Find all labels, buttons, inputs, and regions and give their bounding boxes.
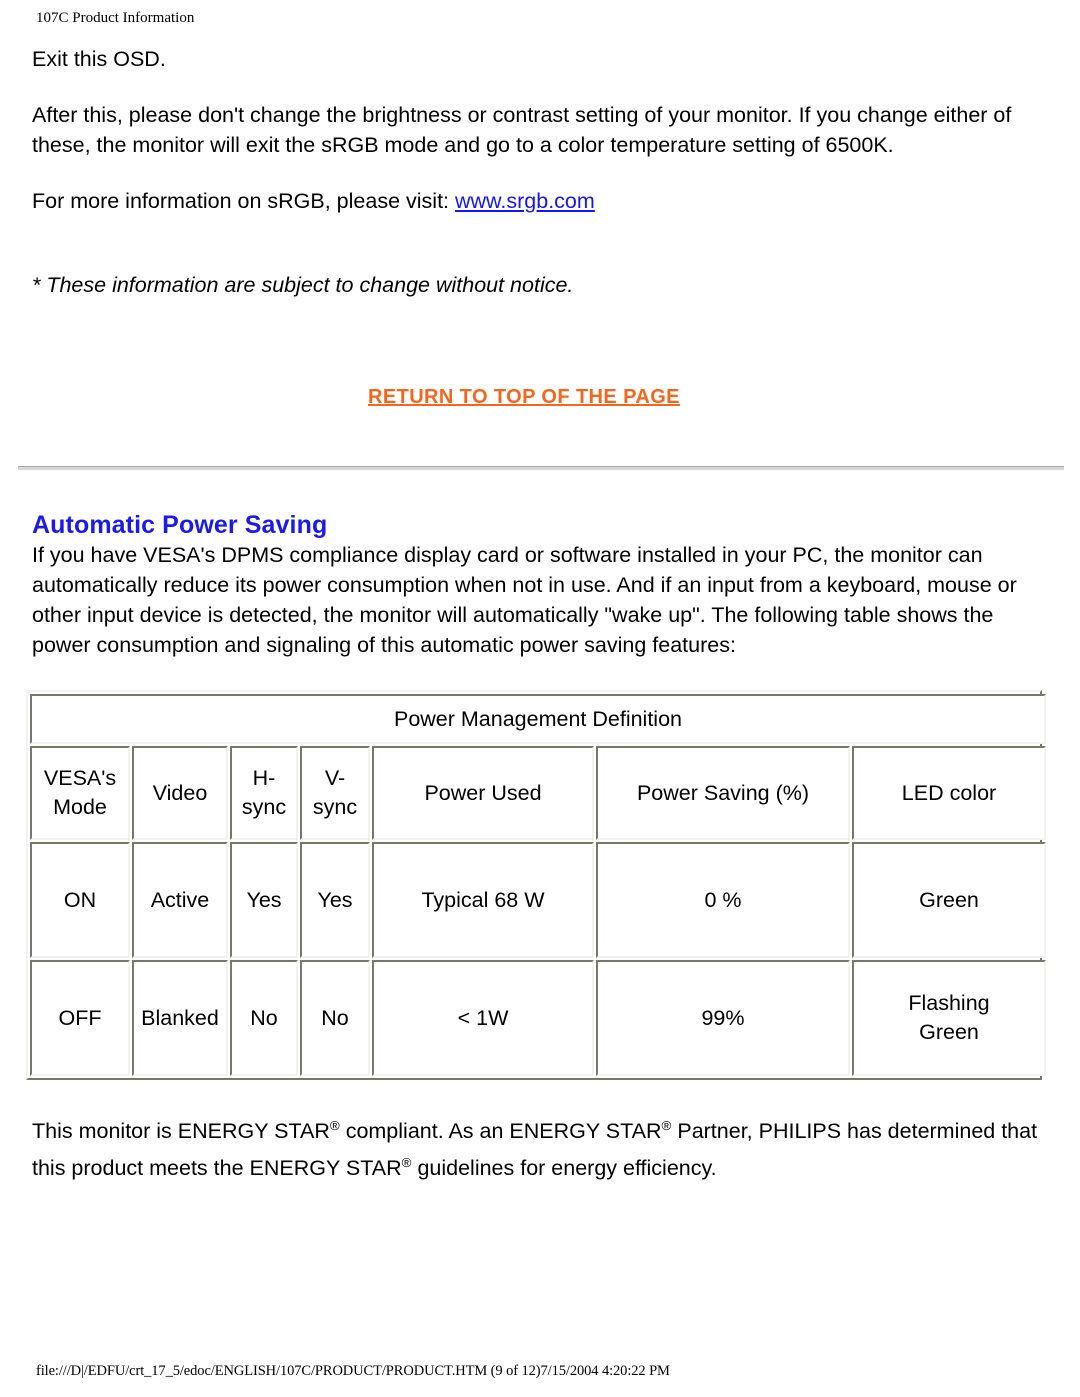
more-info-prefix-text: For more information on sRGB, please vis…	[32, 189, 450, 213]
column-header-video: Video	[132, 746, 228, 840]
running-head-title: 107C Product Information	[36, 10, 195, 26]
header-line-1: Power Saving (%)	[636, 780, 810, 805]
power-management-table: Power Management Definition VESA's Mode V…	[28, 692, 1048, 1078]
document-content: Exit this OSD. After this, please don't …	[18, 44, 1064, 1187]
cell-video: Blanked	[132, 960, 228, 1076]
cell-mode: OFF	[30, 960, 130, 1076]
energy-star-segment-2: compliant. As an ENERGY STAR	[339, 1119, 662, 1143]
paragraph-energy-star-compliance: This monitor is ENERGY STAR® compliant. …	[32, 1113, 1048, 1187]
header-line-2: Mode	[53, 795, 107, 819]
power-management-table-container: Power Management Definition VESA's Mode V…	[26, 690, 1046, 1080]
table-title-cell: Power Management Definition	[30, 694, 1046, 744]
return-to-top-container: RETURN TO TOP OF THE PAGE	[32, 386, 1048, 409]
cell-hsync: Yes	[230, 842, 298, 958]
column-header-power-saving: Power Saving (%)	[596, 746, 850, 840]
column-header-led-color: LED color	[852, 746, 1046, 840]
led-color-line-2: Green	[919, 1020, 979, 1044]
cell-mode: ON	[30, 842, 130, 958]
header-line-2: sync	[312, 795, 358, 819]
header-line-1: V-	[324, 766, 346, 790]
cell-led-color: Green	[852, 842, 1046, 958]
header-line-1: Video	[152, 780, 208, 805]
cell-power-used: Typical 68 W	[372, 842, 594, 958]
running-foot-filepath: file:///D|/EDFU/crt_17_5/edoc/ENGLISH/10…	[36, 1363, 670, 1379]
cell-hsync: No	[230, 960, 298, 1076]
cell-power-saving: 0 %	[596, 842, 850, 958]
cell-led-color: Flashing Green	[852, 960, 1046, 1076]
page-title-automatic-power-saving: Automatic Power Saving	[32, 511, 328, 539]
cell-power-saving: 99%	[596, 960, 850, 1076]
table-row: OFF Blanked No No < 1W 99% Flashing Green	[30, 960, 1046, 1076]
paragraph-after-this: After this, please don't change the brig…	[32, 103, 1012, 157]
paragraph-power-saving-intro: If you have VESA's DPMS compliance displ…	[32, 543, 1017, 657]
column-header-vesa-mode: VESA's Mode	[30, 746, 130, 840]
cell-power-used: < 1W	[372, 960, 594, 1076]
paragraph-exit-osd: Exit this OSD.	[32, 47, 166, 71]
header-line-2: sync	[241, 795, 287, 819]
column-header-power-used: Power Used	[372, 746, 594, 840]
section-divider	[18, 466, 1064, 471]
table-row: ON Active Yes Yes Typical 68 W 0 % Green	[30, 842, 1046, 958]
header-line-1: VESA's	[43, 766, 117, 790]
header-line-1: Power Used	[424, 780, 542, 805]
cell-vsync: No	[300, 960, 370, 1076]
paragraph-more-info: For more information on sRGB, please vis…	[32, 186, 1048, 216]
led-color-line-1: Flashing	[908, 991, 990, 1015]
registered-trademark-icon: ®	[329, 1117, 340, 1133]
column-header-v-sync: V-sync	[300, 746, 370, 840]
energy-star-segment-1: This monitor is ENERGY STAR	[32, 1119, 330, 1143]
column-header-h-sync: H-sync	[230, 746, 298, 840]
note-subject-to-change: * These information are subject to chang…	[32, 273, 574, 297]
registered-trademark-icon: ®	[401, 1154, 412, 1170]
header-line-1: LED color	[901, 780, 997, 805]
header-line-1: H-	[252, 766, 276, 790]
table-header-row: VESA's Mode Video H-sync V-sync Power Use…	[30, 746, 1046, 840]
cell-vsync: Yes	[300, 842, 370, 958]
registered-trademark-icon: ®	[661, 1117, 672, 1133]
srgb-website-link[interactable]: www.srgb.com	[455, 189, 595, 213]
table-title-row: Power Management Definition	[30, 694, 1046, 744]
cell-video: Active	[132, 842, 228, 958]
energy-star-segment-4: guidelines for energy efficiency.	[411, 1156, 717, 1180]
led-color-line-1: Green	[919, 887, 979, 912]
return-to-top-link[interactable]: RETURN TO TOP OF THE PAGE	[368, 386, 680, 408]
